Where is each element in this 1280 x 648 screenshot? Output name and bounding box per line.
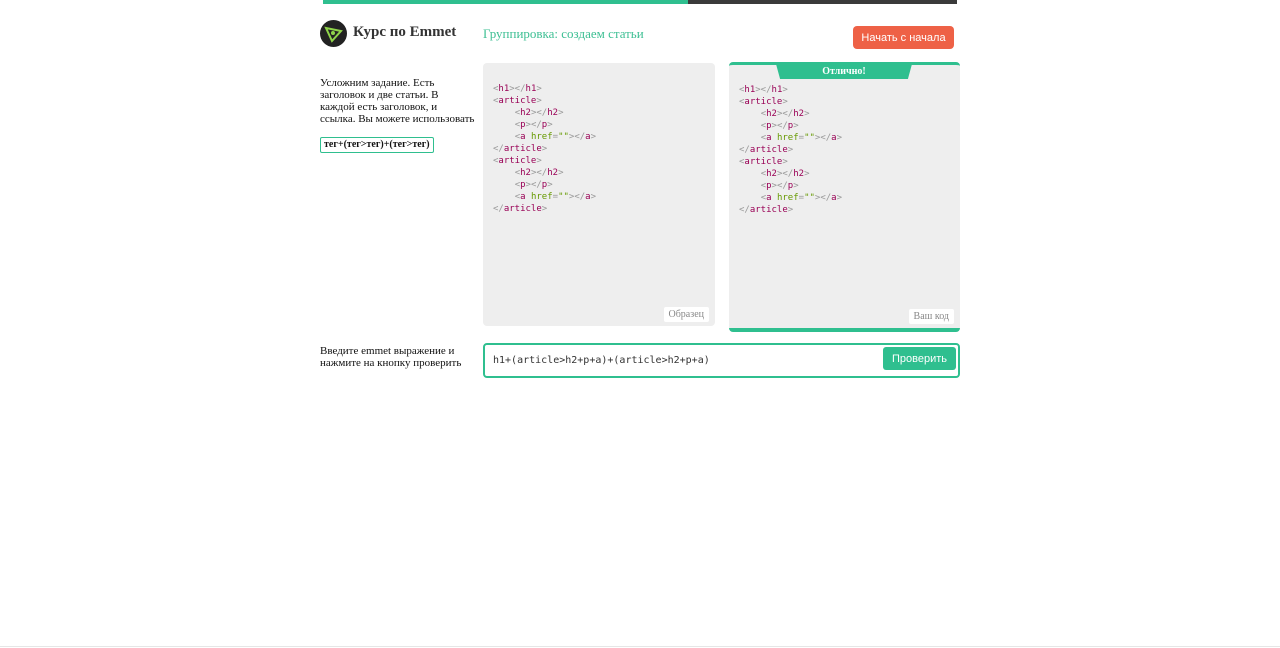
code-line: <article>: [493, 96, 542, 106]
success-status-tab: Отлично!: [776, 64, 912, 79]
code-line: <p></p>: [514, 120, 553, 130]
input-instructions: Введите emmet выражение и нажмите на кно…: [320, 345, 462, 369]
code-line: </article>: [493, 144, 548, 154]
app-title: Курс по Emmet: [353, 24, 457, 40]
your-code: <h1></h1> <article> <h2></h2> <p></p> <a …: [739, 84, 842, 216]
code-line: <a href=""></a>: [760, 193, 843, 203]
emmet-expression-input[interactable]: [493, 351, 873, 369]
code-line: </article>: [739, 145, 794, 155]
code-line: <h1></h1>: [493, 84, 542, 94]
page-bottom-divider: [0, 646, 1280, 647]
code-line: <a href=""></a>: [514, 132, 597, 142]
sample-panel-label: Образец: [663, 307, 709, 322]
lesson-progress-fill: [323, 0, 688, 4]
sample-code: <h1></h1> <article> <h2></h2> <p></p> <a …: [493, 83, 596, 215]
syntax-hint-badge: тег+(тег>тег)+(тег>тег): [320, 137, 434, 153]
code-line: <p></p>: [514, 180, 553, 190]
emmet-logo-icon: [320, 20, 347, 47]
check-button[interactable]: Проверить: [883, 347, 956, 370]
code-line: <a href=""></a>: [760, 133, 843, 143]
your-code-panel-label: Ваш код: [908, 309, 954, 324]
restart-button[interactable]: Начать с начала: [853, 26, 954, 49]
code-line: <p></p>: [760, 181, 799, 191]
your-code-panel: Отлично! <h1></h1> <article> <h2></h2> <p…: [729, 62, 960, 332]
task-description: Усложним задание. Есть заголовок и две с…: [320, 77, 475, 125]
code-line: <article>: [493, 156, 542, 166]
code-line: <h1></h1>: [739, 85, 788, 95]
code-line: </article>: [493, 204, 548, 214]
code-line: <a href=""></a>: [514, 192, 597, 202]
emmet-input-box: Проверить: [483, 343, 960, 378]
lesson-title: Группировка: создаем статьи: [483, 26, 644, 41]
code-line: <h2></h2>: [514, 168, 564, 178]
code-line: <h2></h2>: [514, 108, 564, 118]
code-line: <p></p>: [760, 121, 799, 131]
code-line: <h2></h2>: [760, 109, 810, 119]
code-line: <article>: [739, 97, 788, 107]
sample-code-panel: <h1></h1> <article> <h2></h2> <p></p> <a …: [483, 63, 715, 326]
code-line: <article>: [739, 157, 788, 167]
lesson-progress-bar: [323, 0, 957, 4]
code-line: <h2></h2>: [760, 169, 810, 179]
code-line: </article>: [739, 205, 794, 215]
